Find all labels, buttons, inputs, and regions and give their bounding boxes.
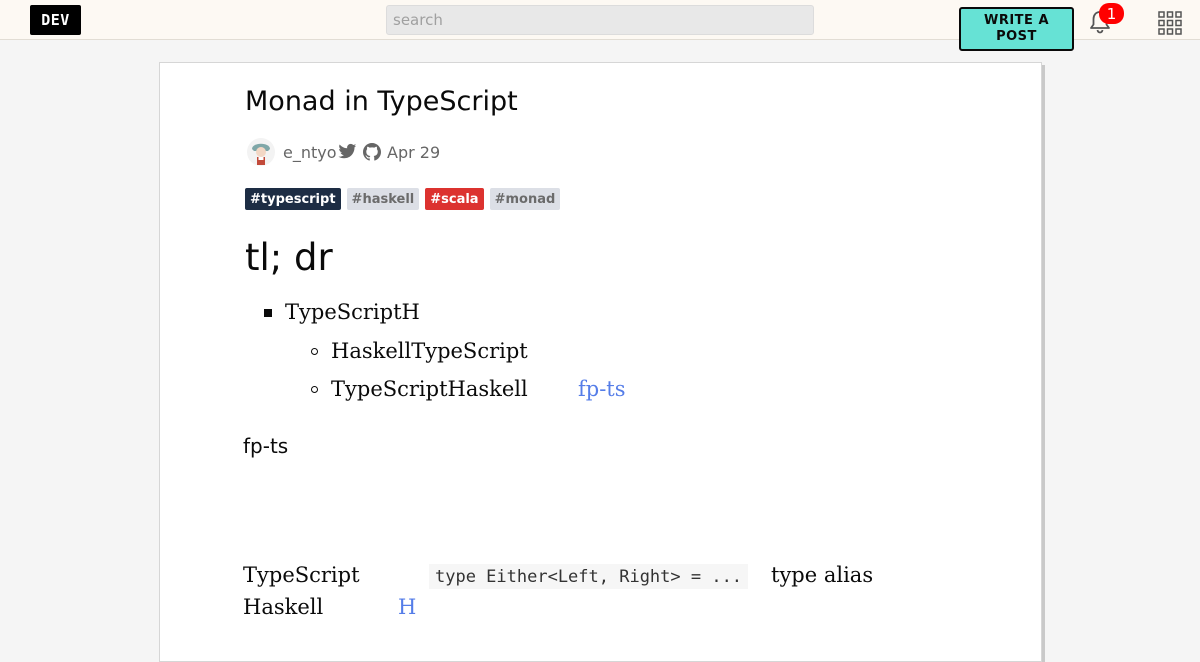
sublist-item: HaskellTypeScript xyxy=(331,339,528,363)
tag-list: #typescript #haskell #scala #monad xyxy=(245,188,561,210)
article-title: Monad in TypeScript xyxy=(245,86,518,117)
publish-date: Apr 29 xyxy=(387,143,441,162)
paragraph-text: TypeScript xyxy=(243,563,360,587)
paragraph-text: Haskell xyxy=(243,595,324,619)
inline-link[interactable]: H xyxy=(398,595,416,619)
search-input[interactable] xyxy=(386,5,814,35)
section-heading: tl; dr xyxy=(245,236,333,279)
notification-count-badge[interactable]: 1 xyxy=(1099,3,1124,24)
sublist-bullet xyxy=(311,348,318,355)
tag-monad[interactable]: #monad xyxy=(489,188,561,210)
author-avatar[interactable] xyxy=(246,137,276,167)
fp-ts-link[interactable]: fp-ts xyxy=(578,377,626,401)
sublist-item: TypeScriptHaskell xyxy=(331,377,528,401)
list-bullet xyxy=(264,309,272,317)
tag-scala[interactable]: #scala xyxy=(425,188,484,210)
apps-grid-icon[interactable] xyxy=(1158,11,1182,35)
dev-logo[interactable]: DEV xyxy=(30,5,81,35)
twitter-icon[interactable] xyxy=(338,143,357,160)
tag-typescript[interactable]: #typescript xyxy=(245,188,341,210)
inline-code: type Either<Left, Right> = ... xyxy=(429,564,749,589)
tag-haskell[interactable]: #haskell xyxy=(346,188,420,210)
list-item: TypeScriptH xyxy=(285,300,420,324)
sublist-bullet xyxy=(311,386,318,393)
paragraph-text: type alias xyxy=(771,563,874,587)
write-post-button[interactable]: WRITE A POST xyxy=(959,7,1074,51)
github-icon[interactable] xyxy=(363,143,381,161)
paragraph-text: fp-ts xyxy=(243,434,289,458)
author-name[interactable]: e_ntyo xyxy=(283,143,337,162)
top-bar: DEV WRITE A POST 1 xyxy=(0,0,1200,51)
